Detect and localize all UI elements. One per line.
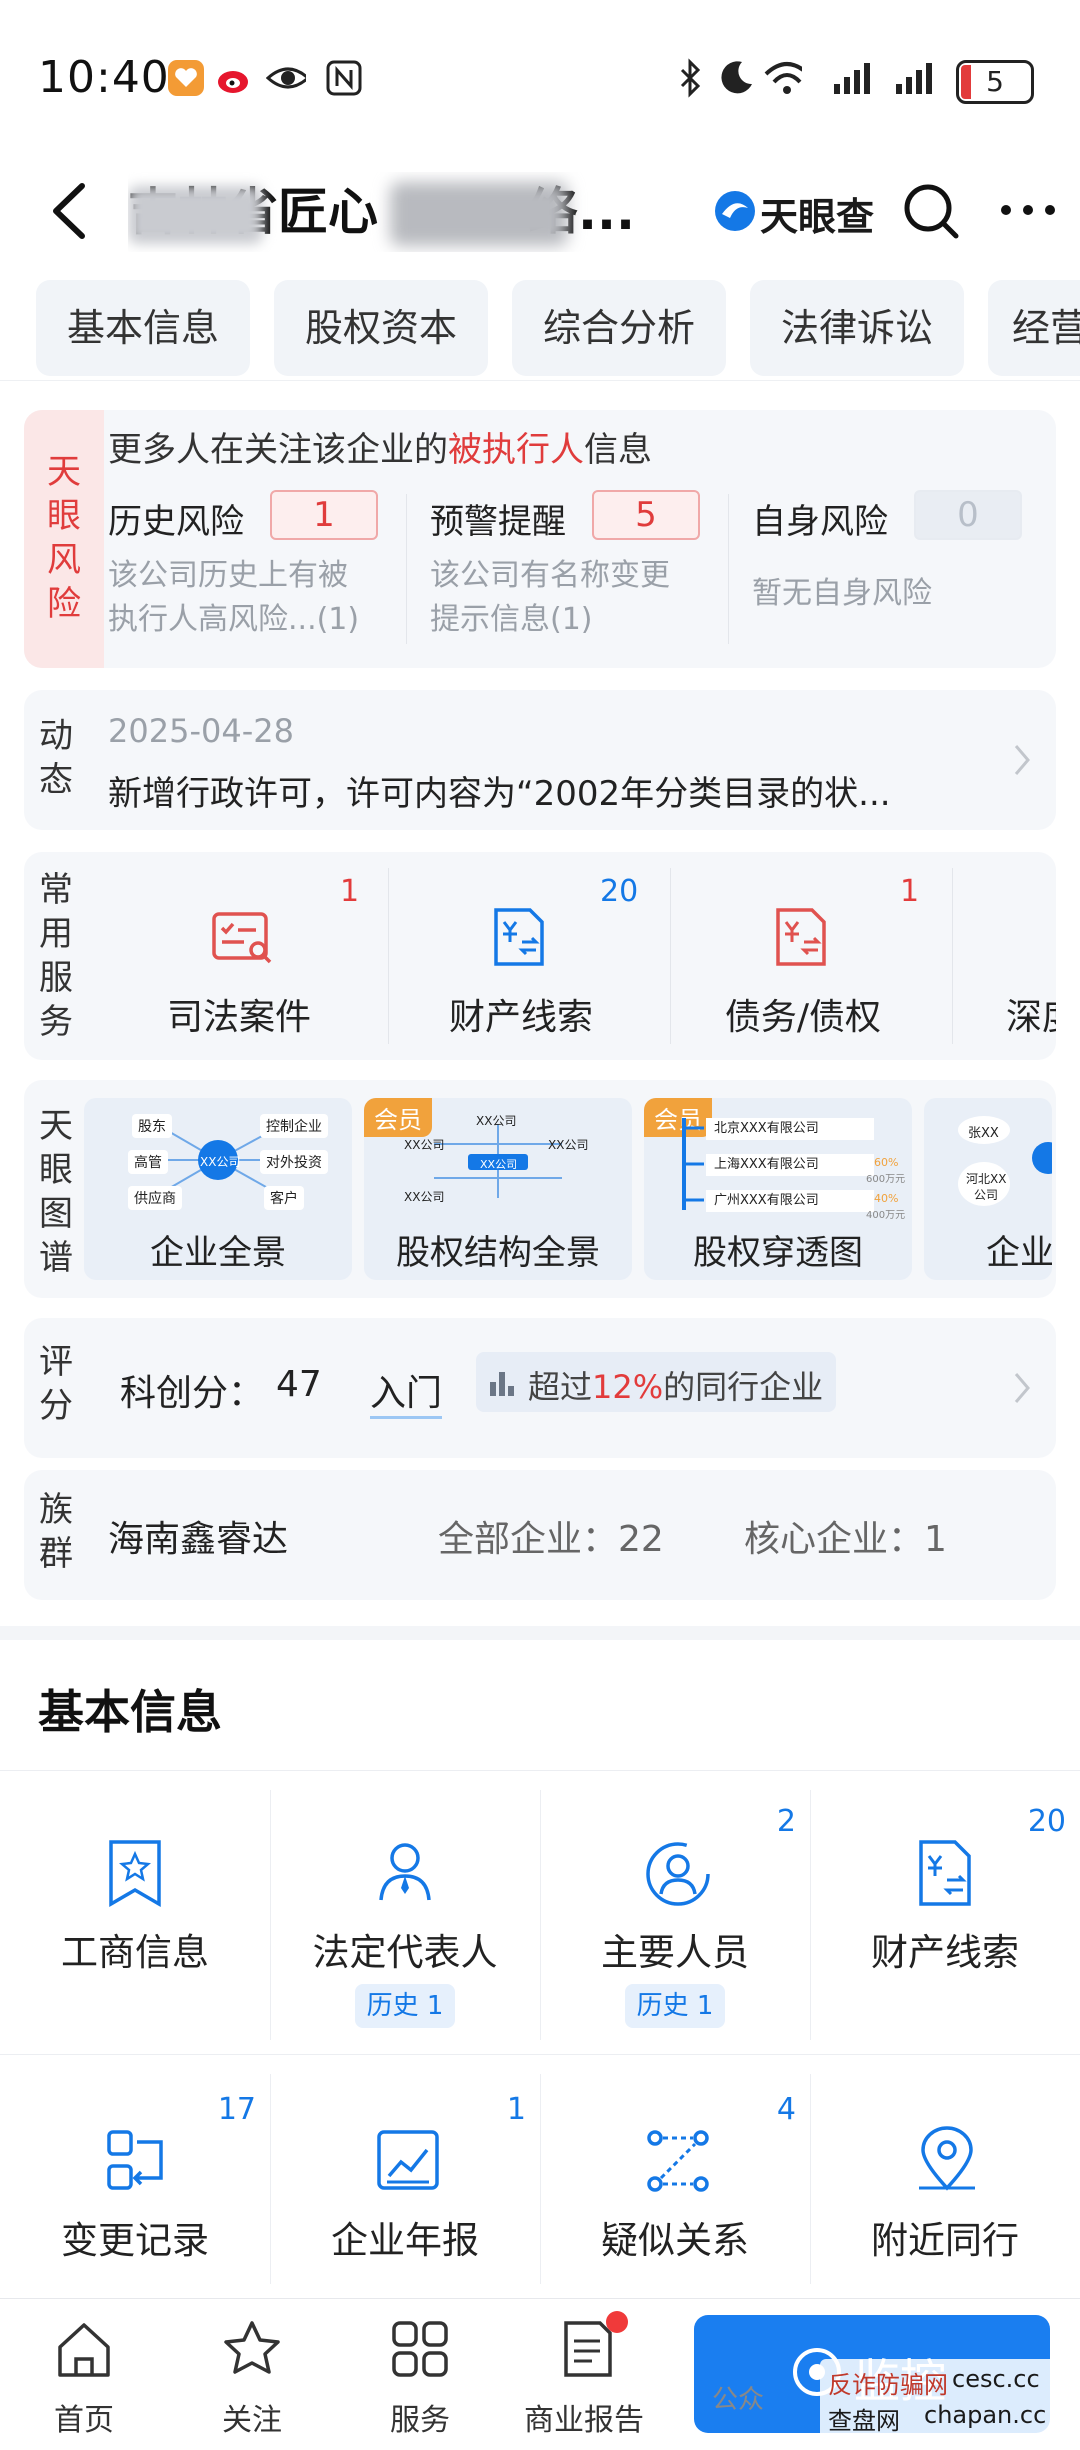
news-text: 新增行政许可，许可内容为“2002年分类目录的状... (108, 774, 891, 814)
logo-text: 天眼查 (760, 195, 875, 239)
location-icon (919, 2126, 975, 2191)
service-debt[interactable]: 1 债务/债权 (668, 852, 938, 1060)
redacted-block-2 (390, 182, 568, 246)
risk-self-count: 0 (914, 490, 1022, 540)
graph-equity-penetration[interactable]: 会员 北京XXX有限公司 上海XXX有限公司 广州XXX有限公司 60% 600… (644, 1098, 912, 1280)
back-arrow-icon[interactable] (42, 176, 102, 246)
property-clue-icon (494, 908, 544, 966)
watermark-public: 公众 (712, 2385, 765, 2415)
property-clue-icon (919, 1840, 971, 1906)
deep-icon (1052, 904, 1056, 970)
star-icon (224, 2321, 280, 2374)
battery-level: 5 (986, 65, 1004, 98)
tab-operation[interactable]: 经营 (988, 280, 1080, 376)
judicial-case-icon (212, 912, 272, 964)
history-badge: 历史 1 (355, 1984, 455, 2028)
score-compare: 超过12%的同行企业 (476, 1352, 836, 1412)
score-level: 入门 (370, 1364, 443, 1419)
redacted-block (128, 186, 263, 244)
wifi-icon (764, 62, 802, 94)
section-divider (0, 1626, 1080, 1640)
service-property[interactable]: 20 财产线索 (386, 852, 656, 1060)
chevron-right-icon (1014, 1373, 1030, 1403)
company-title: 吉林省匠心络... (128, 172, 668, 252)
services-card: 常用服务 1 司法案件 20 财产线索 1 债务/债权 深度 (24, 852, 1056, 1060)
status-time: 10:40 (38, 52, 170, 103)
tianyancha-logo: 天眼查 (712, 176, 882, 246)
basic-info-title: 基本信息 (38, 1685, 222, 1739)
battery-icon: 5 (956, 60, 1034, 104)
history-badge-2: 历史 1 (625, 1984, 725, 2028)
nav-follow[interactable]: 关注 (168, 2299, 336, 2450)
watermark-site: 反诈防骗网 cesc.cc 查盘网 chapan.cc (820, 2359, 1060, 2441)
eye-icon (266, 67, 306, 89)
business-info-icon (109, 1840, 161, 1908)
bluetooth-icon (680, 58, 701, 98)
service-deep[interactable]: 深度 (956, 852, 1056, 1060)
relation-icon (647, 2130, 709, 2192)
graph-enterprise-partial[interactable]: 张XX 河北XX 公司 企业 (924, 1098, 1052, 1280)
signal-icon-2 (896, 63, 932, 94)
basic-key-people[interactable]: 2 主要人员 历史 1 (540, 1774, 810, 2054)
risk-headline: 更多人在关注该企业的被执行人信息 (108, 430, 652, 470)
news-card[interactable]: 动态 2025-04-28 新增行政许可，许可内容为“2002年分类目录的状..… (24, 690, 1056, 830)
news-date: 2025-04-28 (108, 712, 294, 750)
nav-service[interactable]: 服务 (336, 2299, 504, 2450)
risk-side-label: 天眼风险 (47, 452, 81, 624)
tab-lawsuit[interactable]: 法律诉讼 (750, 280, 964, 376)
partial-diagram (958, 1116, 1052, 1206)
group-all: 全部企业：22 (438, 1519, 664, 1560)
graph-enterprise-panorama[interactable]: 股东 控制企业 高管 XX公司 对外投资 供应商 客户 企业全景 (84, 1098, 352, 1280)
title-bar: 吉林省匠心络... 天眼查 (0, 150, 1080, 270)
debt-icon (776, 908, 826, 966)
grid-icon (392, 2321, 448, 2377)
bottom-nav: 首页 关注 服务 商业报告 监控 公众 反诈防骗网 cesc.cc 查盘网 ch… (0, 2298, 1080, 2450)
nav-business-report[interactable]: 商业报告 (504, 2299, 672, 2450)
app-notification-icon (168, 60, 204, 96)
risk-warning[interactable]: 预警提醒 5 该公司有名称变更 提示信息(1) (430, 490, 740, 654)
group-core: 核心企业：1 (744, 1519, 947, 1560)
notification-dot (606, 2311, 628, 2333)
service-judicial[interactable]: 1 司法案件 (104, 852, 374, 1060)
group-name: 海南鑫睿达 (108, 1519, 289, 1560)
tab-equity[interactable]: 股权资本 (274, 280, 488, 376)
basic-business-info[interactable]: 工商信息 (0, 1774, 270, 2054)
risk-history-count: 1 (270, 490, 378, 540)
score-card[interactable]: 评分 科创分： 47 入门 超过12%的同行企业 (24, 1318, 1056, 1458)
status-bar: 10:40 5 (0, 0, 1080, 150)
moon-icon (721, 61, 752, 94)
basic-property-clue[interactable]: 20 财产线索 (810, 1774, 1080, 2054)
score-label: 科创分： (120, 1373, 265, 1414)
risk-warning-count: 5 (592, 490, 700, 540)
score-value: 47 (276, 1364, 322, 1405)
risk-history[interactable]: 历史风险 1 该公司历史上有被 执行人高风险...(1) (108, 490, 418, 654)
annual-report-icon (377, 2130, 439, 2190)
weibo-icon (218, 71, 248, 93)
more-icon[interactable] (998, 200, 1058, 220)
risk-self[interactable]: 自身风险 0 暂无自身风险 (752, 490, 1052, 654)
nav-home[interactable]: 首页 (0, 2299, 168, 2450)
legal-rep-icon (379, 1843, 431, 1901)
logo-icon (715, 191, 755, 231)
nfc-icon (326, 60, 362, 96)
group-card[interactable]: 族群 海南鑫睿达 全部企业：22 核心企业：1 (24, 1470, 1056, 1600)
risk-card[interactable]: 天眼风险 更多人在关注该企业的被执行人信息 历史风险 1 该公司历史上有被 执行… (24, 410, 1056, 668)
key-people-icon (646, 1842, 710, 1906)
tab-analysis[interactable]: 综合分析 (512, 280, 726, 376)
bar-chart-icon (490, 1372, 514, 1396)
section-tabs: 基本信息 股权资本 综合分析 法律诉讼 经营 (0, 280, 1080, 381)
change-record-icon (107, 2130, 163, 2190)
search-icon[interactable] (900, 180, 962, 242)
chevron-right-icon (1014, 745, 1030, 775)
signal-icon (834, 63, 870, 94)
basic-legal-rep[interactable]: 法定代表人 历史 1 (270, 1774, 540, 2054)
graph-equity-structure[interactable]: 会员 XX公司 XX公司 XX公司 XX公司 XX公司 股权结构全景 (364, 1098, 632, 1280)
tab-basic-info[interactable]: 基本信息 (36, 280, 250, 376)
home-icon (58, 2323, 110, 2377)
